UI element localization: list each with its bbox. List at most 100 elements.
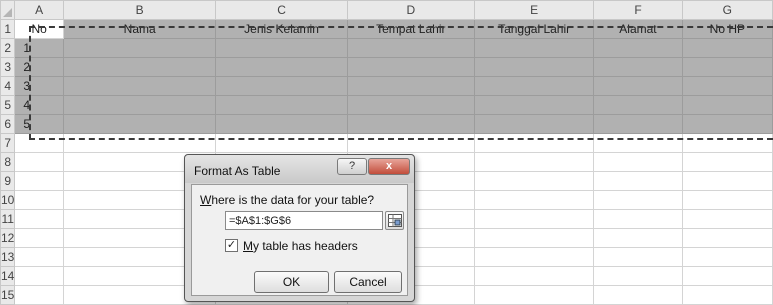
table-cell[interactable] <box>593 171 683 191</box>
cell-e1[interactable]: Tanggal Lahir <box>473 19 595 39</box>
table-cell[interactable] <box>215 95 348 115</box>
table-cell[interactable] <box>593 285 683 305</box>
row-header[interactable]: 9 <box>0 171 16 191</box>
ok-button[interactable]: OK <box>254 271 329 293</box>
close-button[interactable]: x <box>368 158 410 175</box>
row-header[interactable]: 6 <box>0 114 16 134</box>
cell-no[interactable]: 3 <box>14 76 64 96</box>
table-cell[interactable] <box>215 76 348 96</box>
table-cell[interactable] <box>593 228 683 248</box>
table-cell[interactable] <box>473 76 595 96</box>
table-cell[interactable] <box>473 38 595 58</box>
table-cell[interactable] <box>346 95 475 115</box>
table-cell[interactable] <box>473 285 595 305</box>
column-header-f[interactable]: F <box>593 0 683 20</box>
row-header[interactable]: 14 <box>0 266 16 286</box>
table-cell[interactable] <box>681 57 773 77</box>
table-cell[interactable] <box>62 38 217 58</box>
row-header[interactable]: 10 <box>0 190 16 210</box>
row-header[interactable]: 8 <box>0 152 16 172</box>
table-cell[interactable] <box>593 57 683 77</box>
table-cell[interactable] <box>681 171 773 191</box>
cell-no[interactable]: 1 <box>14 38 64 58</box>
table-cell[interactable] <box>681 266 773 286</box>
table-cell[interactable] <box>681 95 773 115</box>
table-cell[interactable] <box>681 190 773 210</box>
table-cell[interactable] <box>593 209 683 229</box>
table-cell[interactable] <box>346 76 475 96</box>
help-button[interactable]: ? <box>337 158 367 175</box>
table-cell[interactable] <box>346 57 475 77</box>
table-cell[interactable] <box>14 247 64 267</box>
table-cell[interactable] <box>346 114 475 134</box>
table-cell[interactable] <box>681 133 773 153</box>
column-header-b[interactable]: B <box>62 0 217 20</box>
row-header[interactable]: 3 <box>0 57 16 77</box>
table-cell[interactable] <box>681 228 773 248</box>
row-header[interactable]: 1 <box>0 19 16 39</box>
table-cell[interactable] <box>681 247 773 267</box>
table-cell[interactable] <box>473 171 595 191</box>
table-cell[interactable] <box>215 133 348 153</box>
table-cell[interactable] <box>473 247 595 267</box>
table-cell[interactable] <box>473 190 595 210</box>
table-cell[interactable] <box>14 133 64 153</box>
column-header-d[interactable]: D <box>346 0 475 20</box>
table-cell[interactable] <box>215 114 348 134</box>
table-cell[interactable] <box>62 133 217 153</box>
has-headers-label[interactable]: My table has headers <box>243 239 358 253</box>
table-cell[interactable] <box>62 95 217 115</box>
dialog-titlebar[interactable]: Format As Table ? x <box>185 155 414 183</box>
table-cell[interactable] <box>346 38 475 58</box>
column-header-a[interactable]: A <box>14 0 64 20</box>
table-cell[interactable] <box>62 57 217 77</box>
table-cell[interactable] <box>62 76 217 96</box>
table-cell[interactable] <box>473 266 595 286</box>
table-cell[interactable] <box>473 152 595 172</box>
table-cell[interactable] <box>473 114 595 134</box>
cell-g1[interactable]: No HP <box>681 19 773 39</box>
table-cell[interactable] <box>14 285 64 305</box>
cell-no[interactable]: 5 <box>14 114 64 134</box>
row-header[interactable]: 7 <box>0 133 16 153</box>
table-cell[interactable] <box>681 152 773 172</box>
has-headers-checkbox[interactable]: ✓ <box>225 239 238 252</box>
row-header[interactable]: 11 <box>0 209 16 229</box>
table-cell[interactable] <box>593 38 683 58</box>
cell-c1[interactable]: Jenis Kelamin <box>215 19 348 39</box>
row-header[interactable]: 13 <box>0 247 16 267</box>
table-cell[interactable] <box>473 228 595 248</box>
column-header-g[interactable]: G <box>681 0 773 20</box>
row-header[interactable]: 2 <box>0 38 16 58</box>
row-header[interactable]: 12 <box>0 228 16 248</box>
table-cell[interactable] <box>593 76 683 96</box>
range-input[interactable] <box>225 211 383 230</box>
table-cell[interactable] <box>14 152 64 172</box>
table-cell[interactable] <box>593 247 683 267</box>
table-cell[interactable] <box>473 133 595 153</box>
table-cell[interactable] <box>593 266 683 286</box>
column-header-c[interactable]: C <box>215 0 348 20</box>
table-cell[interactable] <box>215 38 348 58</box>
cell-b1[interactable]: Nama <box>62 19 217 39</box>
select-all-corner[interactable] <box>0 0 16 20</box>
table-cell[interactable] <box>593 114 683 134</box>
table-cell[interactable] <box>681 76 773 96</box>
table-cell[interactable] <box>681 38 773 58</box>
table-cell[interactable] <box>215 57 348 77</box>
table-cell[interactable] <box>14 209 64 229</box>
cell-d1[interactable]: Tempat Lahir <box>346 19 475 39</box>
table-cell[interactable] <box>681 114 773 134</box>
cancel-button[interactable]: Cancel <box>334 271 402 293</box>
table-cell[interactable] <box>473 209 595 229</box>
row-header[interactable]: 15 <box>0 285 16 305</box>
row-header[interactable]: 5 <box>0 95 16 115</box>
table-cell[interactable] <box>681 209 773 229</box>
table-cell[interactable] <box>14 171 64 191</box>
table-cell[interactable] <box>593 133 683 153</box>
cell-f1[interactable]: Alamat <box>593 19 683 39</box>
collapse-dialog-button[interactable] <box>385 211 404 230</box>
table-cell[interactable] <box>593 190 683 210</box>
cell-no[interactable]: 2 <box>14 57 64 77</box>
table-cell[interactable] <box>593 152 683 172</box>
